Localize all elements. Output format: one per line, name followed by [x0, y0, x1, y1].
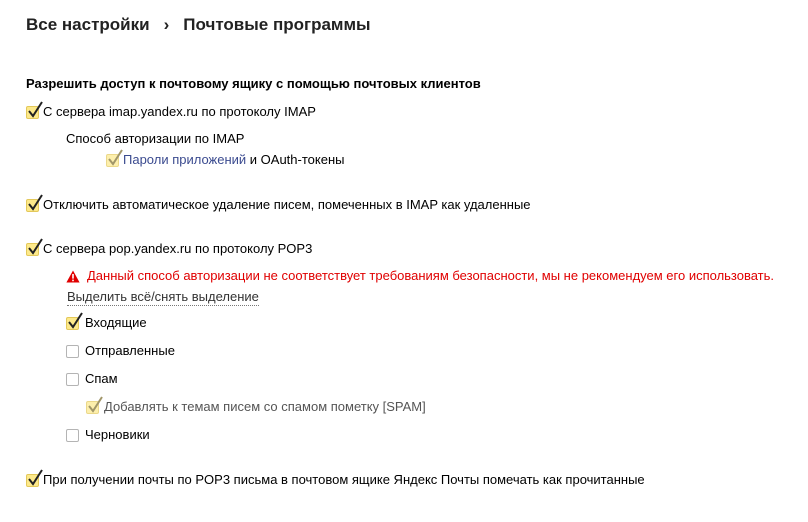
folder-inbox-label: Входящие	[85, 315, 147, 330]
breadcrumb-separator-icon: ›	[163, 15, 170, 34]
app-passwords-checkbox[interactable]	[106, 148, 123, 167]
checkmark-icon	[108, 148, 123, 166]
spam-tag-label: Добавлять к темам писем со спамом пометк…	[104, 399, 426, 414]
checkmark-icon	[28, 193, 43, 211]
select-all-toggle[interactable]: Выделить всё/снять выделение	[67, 289, 259, 306]
app-passwords-option[interactable]: Пароли приложений и OAuth-токены	[106, 148, 344, 168]
pop3-mark-read-label: При получении почты по POP3 письма в поч…	[43, 472, 645, 487]
warning-icon	[66, 270, 80, 282]
folder-inbox-option[interactable]: Входящие	[66, 311, 147, 331]
imap-option[interactable]: С сервера imap.yandex.ru по протоколу IM…	[26, 100, 316, 120]
folder-spam-label: Спам	[85, 371, 118, 386]
imap-auth-caption: Способ авторизации по IMAP	[66, 131, 245, 146]
app-passwords-label: Пароли приложений и OAuth-токены	[123, 152, 344, 168]
pop3-mark-read-checkbox[interactable]	[26, 468, 43, 487]
checkmark-icon	[68, 311, 83, 329]
app-passwords-link[interactable]: Пароли приложений	[123, 152, 246, 167]
imap-label: С сервера imap.yandex.ru по протоколу IM…	[43, 104, 316, 119]
disable-autodelete-option[interactable]: Отключить автоматическое удаление писем,…	[26, 193, 531, 213]
pop3-option[interactable]: С сервера pop.yandex.ru по протоколу POP…	[26, 237, 313, 257]
pop3-checkbox[interactable]	[26, 237, 43, 256]
folder-drafts-checkbox[interactable]	[66, 428, 79, 442]
folder-spam-checkbox[interactable]	[66, 372, 79, 386]
checkmark-icon	[28, 100, 43, 118]
checkmark-icon	[88, 395, 103, 413]
folder-spam-option[interactable]: Спам	[66, 371, 118, 387]
disable-autodelete-checkbox[interactable]	[26, 193, 43, 212]
breadcrumb: Все настройки › Почтовые программы	[26, 14, 371, 36]
checkmark-icon	[28, 237, 43, 255]
page-title: Почтовые программы	[183, 15, 371, 34]
disable-autodelete-label: Отключить автоматическое удаление писем,…	[43, 197, 531, 212]
breadcrumb-all-settings-link[interactable]: Все настройки	[26, 15, 150, 34]
checkmark-icon	[28, 468, 43, 486]
pop3-warning: Данный способ авторизации не соответству…	[66, 268, 774, 284]
imap-checkbox[interactable]	[26, 100, 43, 119]
spam-tag-option[interactable]: Добавлять к темам писем со спамом пометк…	[86, 395, 426, 415]
oauth-tokens-text: и OAuth-токены	[246, 152, 345, 167]
folder-sent-label: Отправленные	[85, 343, 175, 358]
folder-sent-checkbox[interactable]	[66, 344, 79, 358]
pop3-label: С сервера pop.yandex.ru по протоколу POP…	[43, 241, 313, 256]
pop3-warning-text: Данный способ авторизации не соответству…	[87, 268, 775, 283]
folder-sent-option[interactable]: Отправленные	[66, 343, 175, 359]
folder-drafts-option[interactable]: Черновики	[66, 427, 150, 443]
folder-drafts-label: Черновики	[85, 427, 150, 442]
folder-inbox-checkbox[interactable]	[66, 311, 83, 330]
pop3-mark-read-option[interactable]: При получении почты по POP3 письма в поч…	[26, 468, 645, 488]
spam-tag-checkbox[interactable]	[86, 395, 103, 414]
section-heading: Разрешить доступ к почтовому ящику с пом…	[26, 76, 481, 91]
